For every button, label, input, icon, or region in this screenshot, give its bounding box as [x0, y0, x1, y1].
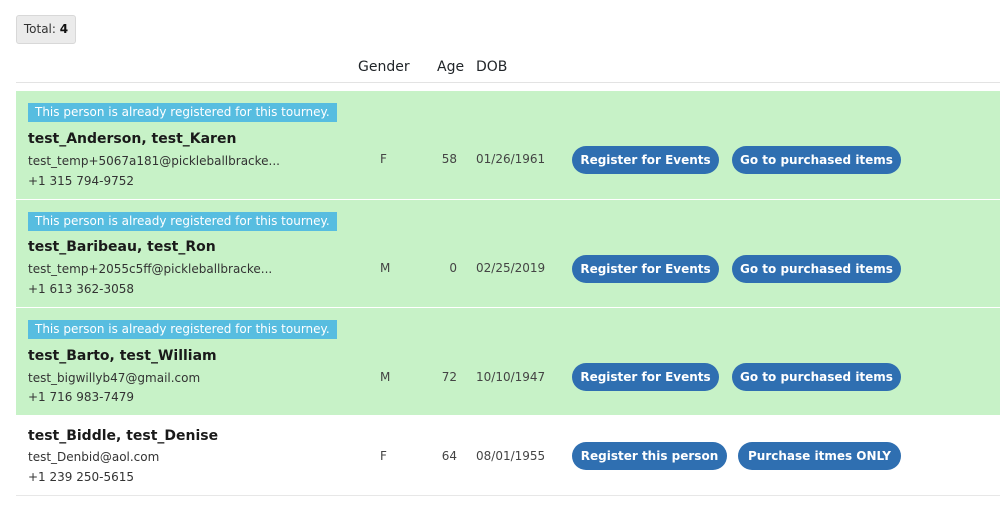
player-email: test_Denbid@aol.com	[28, 450, 160, 464]
total-label: Total:	[23, 22, 56, 36]
player-name: test_Baribeau, test_Ron	[28, 239, 216, 255]
go-to-purchased-items-button[interactable]: Go to purchased items	[732, 255, 901, 283]
player-age: 64	[441, 449, 457, 463]
player-name: test_Barto, test_William	[28, 348, 217, 364]
player-gender: M	[380, 261, 391, 275]
player-row: This person is already registered for th…	[16, 200, 1000, 307]
register-for-events-button[interactable]: Register for Events	[572, 255, 719, 283]
player-dob: 02/25/2019	[476, 261, 546, 275]
register-for-events-button[interactable]: Register for Events	[572, 363, 719, 391]
player-email: test_temp+2055c5ff@pickleballbracke...	[28, 262, 273, 276]
total-badge: Total: 4	[16, 15, 76, 44]
player-dob: 08/01/1955	[476, 449, 546, 463]
already-registered-notice: This person is already registered for th…	[28, 320, 337, 339]
player-gender: M	[380, 370, 391, 384]
player-age: 0	[449, 261, 457, 275]
column-header-gender: Gender	[358, 59, 410, 75]
player-email: test_bigwillyb47@gmail.com	[28, 371, 201, 385]
player-dob: 01/26/1961	[476, 152, 546, 166]
player-age: 58	[441, 152, 457, 166]
player-row: This person is already registered for th…	[16, 91, 1000, 199]
player-name: test_Anderson, test_Karen	[28, 131, 237, 147]
player-name: test_Biddle, test_Denise	[28, 428, 219, 444]
purchase-items-only-button[interactable]: Purchase itmes ONLY	[738, 442, 901, 470]
player-email: test_temp+5067a181@pickleballbracke...	[28, 154, 280, 168]
player-dob: 10/10/1947	[476, 370, 546, 384]
already-registered-notice: This person is already registered for th…	[28, 103, 337, 122]
already-registered-notice: This person is already registered for th…	[28, 212, 337, 231]
player-row: This person is already registered for th…	[16, 308, 1000, 415]
column-header-dob: DOB	[476, 59, 508, 75]
player-phone: +1 239 250-5615	[28, 470, 134, 484]
player-phone: +1 716 983-7479	[28, 390, 134, 404]
total-count: 4	[59, 22, 69, 36]
player-gender: F	[380, 152, 387, 166]
header-divider	[16, 82, 1000, 83]
player-phone: +1 613 362-3058	[28, 282, 134, 296]
player-gender: F	[380, 449, 387, 463]
column-header-age: Age	[437, 59, 465, 75]
player-phone: +1 315 794-9752	[28, 174, 134, 188]
player-age: 72	[441, 370, 457, 384]
go-to-purchased-items-button[interactable]: Go to purchased items	[732, 363, 901, 391]
register-for-events-button[interactable]: Register for Events	[572, 146, 719, 174]
player-row: test_Biddle, test_Denise test_Denbid@aol…	[16, 416, 1000, 496]
register-this-person-button[interactable]: Register this person	[572, 442, 727, 470]
go-to-purchased-items-button[interactable]: Go to purchased items	[732, 146, 901, 174]
